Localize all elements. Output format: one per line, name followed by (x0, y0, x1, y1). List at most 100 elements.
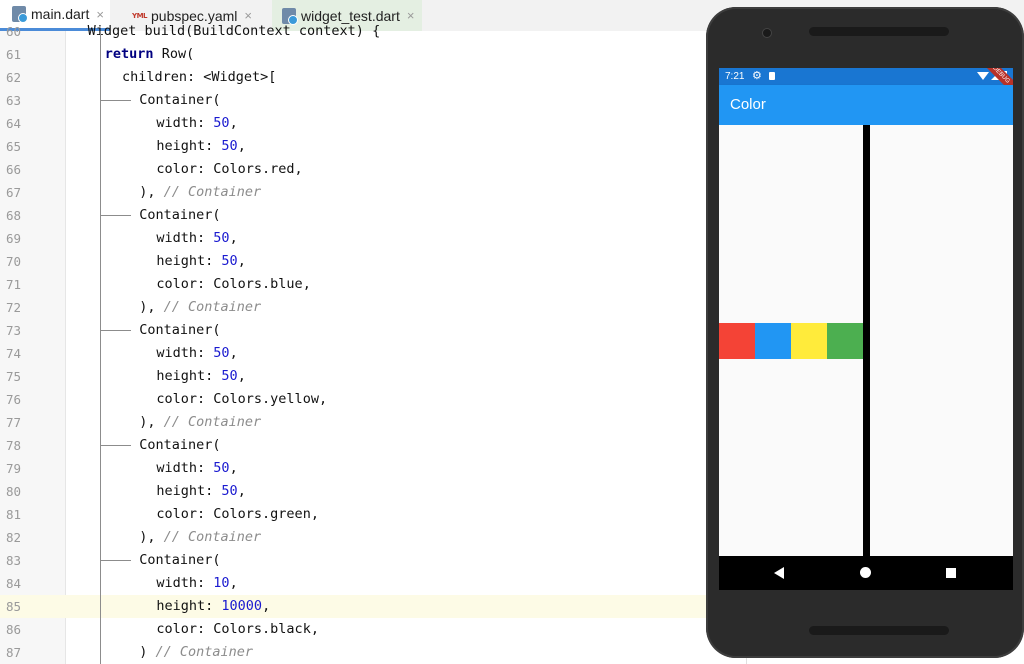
number-token: 50 (213, 460, 230, 476)
code-token: width: (156, 345, 214, 361)
code-line[interactable]: 73 Container( (0, 319, 760, 342)
line-number: 73 (6, 323, 22, 338)
code-text: width: 50, (156, 457, 237, 480)
code-line[interactable]: 68 Container( (0, 204, 760, 227)
code-text: width: 50, (156, 112, 237, 135)
code-text: width: 10, (156, 572, 237, 595)
comment-token: // Container (163, 299, 262, 315)
line-number: 77 (6, 415, 22, 430)
code-text: ) // Container (139, 641, 253, 664)
code-line[interactable]: 61 return Row( (0, 43, 760, 66)
number-token: 50 (221, 253, 238, 269)
back-icon[interactable] (774, 567, 784, 579)
line-number: 85 (6, 599, 22, 614)
code-text: height: 50, (156, 250, 245, 273)
recents-icon[interactable] (946, 568, 956, 578)
code-text: height: 50, (156, 135, 245, 158)
line-number: 83 (6, 553, 22, 568)
code-token: , (229, 460, 238, 476)
code-token: height: (156, 138, 222, 154)
home-icon[interactable] (860, 567, 871, 578)
app-bar: Color (719, 85, 1013, 125)
code-line[interactable]: 72 ), // Container (0, 296, 760, 319)
code-line[interactable]: 74 width: 50, (0, 342, 760, 365)
code-line[interactable]: 87) // Container (0, 641, 760, 664)
line-number: 64 (6, 116, 22, 131)
code-line[interactable]: 75 height: 50, (0, 365, 760, 388)
line-number: 72 (6, 300, 22, 315)
code-text: Widget build(BuildContext context) { (88, 20, 381, 43)
number-token: 50 (221, 483, 238, 499)
code-token: ) (139, 644, 156, 660)
line-number: 68 (6, 208, 22, 223)
line-number: 75 (6, 369, 22, 384)
code-line[interactable]: 60 Widget build(BuildContext context) { (0, 20, 760, 43)
line-number: 78 (6, 438, 22, 453)
line-number: 67 (6, 185, 22, 200)
phone-screen: 7:21 ⚙ DEBUG Color (719, 68, 1013, 590)
code-token: ), (139, 414, 164, 430)
code-token: children: <Widget>[ (122, 69, 277, 85)
status-time: 7:21 (725, 71, 745, 82)
blue-box (755, 323, 791, 359)
code-token: , (237, 138, 246, 154)
code-text: Container( (139, 434, 220, 457)
code-line[interactable]: 84 width: 10, (0, 572, 760, 595)
number-token: 50 (221, 138, 238, 154)
app-bar-title: Color (730, 96, 766, 113)
code-token: height: (156, 598, 222, 614)
line-number: 63 (6, 93, 22, 108)
code-line[interactable]: 82), // Container (0, 526, 760, 549)
code-line[interactable]: 86 color: Colors.black, (0, 618, 760, 641)
code-text: width: 50, (156, 227, 237, 250)
code-editor[interactable]: 60 Widget build(BuildContext context) {61… (0, 23, 760, 664)
code-text: ), // Container (139, 296, 261, 319)
code-token: height: (156, 483, 222, 499)
code-line[interactable]: 77 ), // Container (0, 411, 760, 434)
gear-icon: ⚙ (752, 70, 762, 82)
line-number: 65 (6, 139, 22, 154)
code-line[interactable]: 83 Container( (0, 549, 760, 572)
line-number: 62 (6, 70, 22, 85)
code-token: Container( (139, 437, 221, 453)
code-line[interactable]: 64 width: 50, (0, 112, 760, 135)
code-line[interactable]: 85 height: 10000, (0, 595, 760, 618)
code-line[interactable]: 62 children: <Widget>[ (0, 66, 760, 89)
number-token: 50 (221, 368, 238, 384)
code-token: height: (156, 253, 222, 269)
code-line[interactable]: 63 Container( (0, 89, 760, 112)
code-text: ), // Container (139, 526, 261, 549)
code-line[interactable]: 71 color: Colors.blue, (0, 273, 760, 296)
line-number: 69 (6, 231, 22, 246)
code-line[interactable]: 79 width: 50, (0, 457, 760, 480)
code-line[interactable]: 70 height: 50, (0, 250, 760, 273)
code-text: color: Colors.black, (156, 618, 319, 641)
code-line[interactable]: 69 width: 50, (0, 227, 760, 250)
code-token: width: (156, 460, 214, 476)
code-line[interactable]: 76 color: Colors.yellow, (0, 388, 760, 411)
code-text: Container( (139, 549, 220, 572)
code-text: color: Colors.yellow, (156, 388, 327, 411)
number-token: 50 (213, 230, 230, 246)
code-line[interactable]: 65 height: 50, (0, 135, 760, 158)
code-token: , (229, 230, 238, 246)
code-line[interactable]: 78 Container( (0, 434, 760, 457)
code-line[interactable]: 67 ), // Container (0, 181, 760, 204)
code-text: ), // Container (139, 181, 261, 204)
black-divider-container (863, 125, 870, 556)
code-text: ), // Container (139, 411, 261, 434)
number-token: 10 (213, 575, 230, 591)
android-emulator: 7:21 ⚙ DEBUG Color (706, 7, 1024, 658)
line-number: 76 (6, 392, 22, 407)
code-line[interactable]: 80 height: 50, (0, 480, 760, 503)
code-token: Container( (139, 207, 221, 223)
green-box (827, 323, 863, 359)
code-line[interactable]: 81 color: Colors.green, (0, 503, 760, 526)
code-line[interactable]: 66 color: Colors.red, (0, 158, 760, 181)
code-token: Container( (139, 552, 221, 568)
comment-token: // Container (163, 184, 262, 200)
code-token: Container( (139, 92, 221, 108)
code-text: width: 50, (156, 342, 237, 365)
code-token: height: (156, 368, 222, 384)
speaker-grille (809, 27, 949, 36)
